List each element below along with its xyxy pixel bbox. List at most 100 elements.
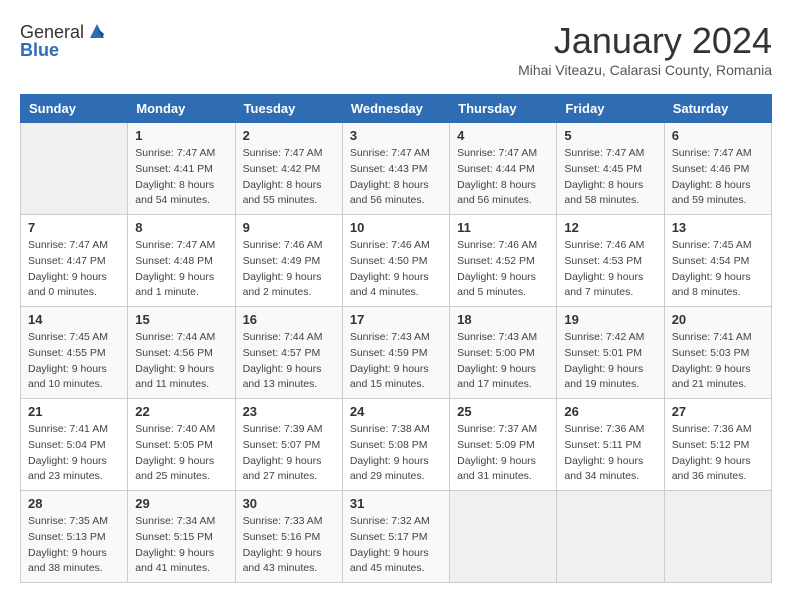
week-row-3: 14Sunrise: 7:45 AM Sunset: 4:55 PM Dayli… (21, 307, 772, 399)
day-cell: 29 Sunrise: 7:34 AM Sunset: 5:15 PM Dayli… (128, 491, 235, 583)
day-number: 4 (457, 128, 549, 143)
logo-blue: Blue (20, 40, 59, 61)
day-number: 9 (243, 220, 335, 235)
day-number: 19 (564, 312, 656, 327)
day-number: 10 (350, 220, 442, 235)
day-cell: 21Sunrise: 7:41 AM Sunset: 5:04 PM Dayli… (21, 399, 128, 491)
day-info: Sunrise: 7:41 AM Sunset: 5:04 PM Dayligh… (28, 422, 120, 485)
day-number: 23 (243, 404, 335, 419)
day-info: Sunrise: 7:46 AM Sunset: 4:53 PM Dayligh… (564, 238, 656, 301)
day-number: 12 (564, 220, 656, 235)
day-number: 8 (135, 220, 227, 235)
day-cell: 16Sunrise: 7:44 AM Sunset: 4:57 PM Dayli… (235, 307, 342, 399)
day-cell: 22 Sunrise: 7:40 AM Sunset: 5:05 PM Dayli… (128, 399, 235, 491)
week-row-1: 1Sunrise: 7:47 AM Sunset: 4:41 PM Daylig… (21, 123, 772, 215)
day-info: Sunrise: 7:42 AM Sunset: 5:01 PM Dayligh… (564, 330, 656, 393)
day-number: 6 (672, 128, 764, 143)
day-info: Sunrise: 7:44 AM Sunset: 4:57 PM Dayligh… (243, 330, 335, 393)
day-info: Sunrise: 7:37 AM Sunset: 5:09 PM Dayligh… (457, 422, 549, 485)
day-cell: 9 Sunrise: 7:46 AM Sunset: 4:49 PM Daylig… (235, 215, 342, 307)
day-info: Sunrise: 7:47 AM Sunset: 4:48 PM Dayligh… (135, 238, 227, 301)
day-cell: 1Sunrise: 7:47 AM Sunset: 4:41 PM Daylig… (128, 123, 235, 215)
day-header-wednesday: Wednesday (342, 95, 449, 123)
week-row-4: 21Sunrise: 7:41 AM Sunset: 5:04 PM Dayli… (21, 399, 772, 491)
day-cell: 4 Sunrise: 7:47 AM Sunset: 4:44 PM Daylig… (450, 123, 557, 215)
day-info: Sunrise: 7:32 AM Sunset: 5:17 PM Dayligh… (350, 514, 442, 577)
day-header-thursday: Thursday (450, 95, 557, 123)
day-header-monday: Monday (128, 95, 235, 123)
day-cell: 19 Sunrise: 7:42 AM Sunset: 5:01 PM Dayli… (557, 307, 664, 399)
day-number: 24 (350, 404, 442, 419)
day-info: Sunrise: 7:44 AM Sunset: 4:56 PM Dayligh… (135, 330, 227, 393)
day-info: Sunrise: 7:33 AM Sunset: 5:16 PM Dayligh… (243, 514, 335, 577)
day-number: 17 (350, 312, 442, 327)
day-cell: 10Sunrise: 7:46 AM Sunset: 4:50 PM Dayli… (342, 215, 449, 307)
day-cell: 25 Sunrise: 7:37 AM Sunset: 5:09 PM Dayli… (450, 399, 557, 491)
title-area: January 2024 Mihai Viteazu, Calarasi Cou… (518, 20, 772, 78)
day-cell: 28 Sunrise: 7:35 AM Sunset: 5:13 PM Dayli… (21, 491, 128, 583)
day-header-sunday: Sunday (21, 95, 128, 123)
day-number: 3 (350, 128, 442, 143)
day-info: Sunrise: 7:41 AM Sunset: 5:03 PM Dayligh… (672, 330, 764, 393)
location-title: Mihai Viteazu, Calarasi County, Romania (518, 62, 772, 78)
day-cell: 24 Sunrise: 7:38 AM Sunset: 5:08 PM Dayli… (342, 399, 449, 491)
day-cell: 30Sunrise: 7:33 AM Sunset: 5:16 PM Dayli… (235, 491, 342, 583)
day-number: 26 (564, 404, 656, 419)
day-cell: 3 Sunrise: 7:47 AM Sunset: 4:43 PM Daylig… (342, 123, 449, 215)
day-info: Sunrise: 7:46 AM Sunset: 4:49 PM Dayligh… (243, 238, 335, 301)
day-info: Sunrise: 7:38 AM Sunset: 5:08 PM Dayligh… (350, 422, 442, 485)
day-cell: 11 Sunrise: 7:46 AM Sunset: 4:52 PM Dayli… (450, 215, 557, 307)
day-cell: 18 Sunrise: 7:43 AM Sunset: 5:00 PM Dayli… (450, 307, 557, 399)
day-number: 11 (457, 220, 549, 235)
day-info: Sunrise: 7:36 AM Sunset: 5:12 PM Dayligh… (672, 422, 764, 485)
week-row-5: 28 Sunrise: 7:35 AM Sunset: 5:13 PM Dayli… (21, 491, 772, 583)
day-number: 25 (457, 404, 549, 419)
day-info: Sunrise: 7:35 AM Sunset: 5:13 PM Dayligh… (28, 514, 120, 577)
day-number: 1 (135, 128, 227, 143)
day-cell: 5 Sunrise: 7:47 AM Sunset: 4:45 PM Daylig… (557, 123, 664, 215)
day-number: 13 (672, 220, 764, 235)
day-header-tuesday: Tuesday (235, 95, 342, 123)
day-info: Sunrise: 7:40 AM Sunset: 5:05 PM Dayligh… (135, 422, 227, 485)
day-info: Sunrise: 7:47 AM Sunset: 4:43 PM Dayligh… (350, 146, 442, 209)
day-info: Sunrise: 7:47 AM Sunset: 4:44 PM Dayligh… (457, 146, 549, 209)
day-info: Sunrise: 7:47 AM Sunset: 4:46 PM Dayligh… (672, 146, 764, 209)
header: General Blue January 2024 Mihai Viteazu,… (20, 20, 772, 78)
day-info: Sunrise: 7:45 AM Sunset: 4:54 PM Dayligh… (672, 238, 764, 301)
day-info: Sunrise: 7:47 AM Sunset: 4:47 PM Dayligh… (28, 238, 120, 301)
day-cell: 20Sunrise: 7:41 AM Sunset: 5:03 PM Dayli… (664, 307, 771, 399)
day-info: Sunrise: 7:45 AM Sunset: 4:55 PM Dayligh… (28, 330, 120, 393)
day-number: 28 (28, 496, 120, 511)
day-cell: 13 Sunrise: 7:45 AM Sunset: 4:54 PM Dayli… (664, 215, 771, 307)
day-info: Sunrise: 7:36 AM Sunset: 5:11 PM Dayligh… (564, 422, 656, 485)
day-number: 15 (135, 312, 227, 327)
day-cell (557, 491, 664, 583)
day-info: Sunrise: 7:47 AM Sunset: 4:45 PM Dayligh… (564, 146, 656, 209)
week-row-2: 7 Sunrise: 7:47 AM Sunset: 4:47 PM Daylig… (21, 215, 772, 307)
day-info: Sunrise: 7:46 AM Sunset: 4:52 PM Dayligh… (457, 238, 549, 301)
day-cell: 26 Sunrise: 7:36 AM Sunset: 5:11 PM Dayli… (557, 399, 664, 491)
day-info: Sunrise: 7:47 AM Sunset: 4:42 PM Dayligh… (243, 146, 335, 209)
day-number: 22 (135, 404, 227, 419)
day-cell: 2 Sunrise: 7:47 AM Sunset: 4:42 PM Daylig… (235, 123, 342, 215)
day-info: Sunrise: 7:39 AM Sunset: 5:07 PM Dayligh… (243, 422, 335, 485)
day-header-friday: Friday (557, 95, 664, 123)
day-number: 18 (457, 312, 549, 327)
day-info: Sunrise: 7:43 AM Sunset: 5:00 PM Dayligh… (457, 330, 549, 393)
day-cell: 27 Sunrise: 7:36 AM Sunset: 5:12 PM Dayli… (664, 399, 771, 491)
day-number: 2 (243, 128, 335, 143)
calendar-body: 1Sunrise: 7:47 AM Sunset: 4:41 PM Daylig… (21, 123, 772, 583)
calendar: SundayMondayTuesdayWednesdayThursdayFrid… (20, 94, 772, 583)
logo: General Blue (20, 20, 108, 61)
day-number: 7 (28, 220, 120, 235)
day-number: 27 (672, 404, 764, 419)
day-number: 31 (350, 496, 442, 511)
day-number: 29 (135, 496, 227, 511)
month-title: January 2024 (518, 20, 772, 62)
day-number: 5 (564, 128, 656, 143)
header-row: SundayMondayTuesdayWednesdayThursdayFrid… (21, 95, 772, 123)
day-cell: 23 Sunrise: 7:39 AM Sunset: 5:07 PM Dayli… (235, 399, 342, 491)
day-cell: 14Sunrise: 7:45 AM Sunset: 4:55 PM Dayli… (21, 307, 128, 399)
day-cell: 17Sunrise: 7:43 AM Sunset: 4:59 PM Dayli… (342, 307, 449, 399)
day-info: Sunrise: 7:34 AM Sunset: 5:15 PM Dayligh… (135, 514, 227, 577)
